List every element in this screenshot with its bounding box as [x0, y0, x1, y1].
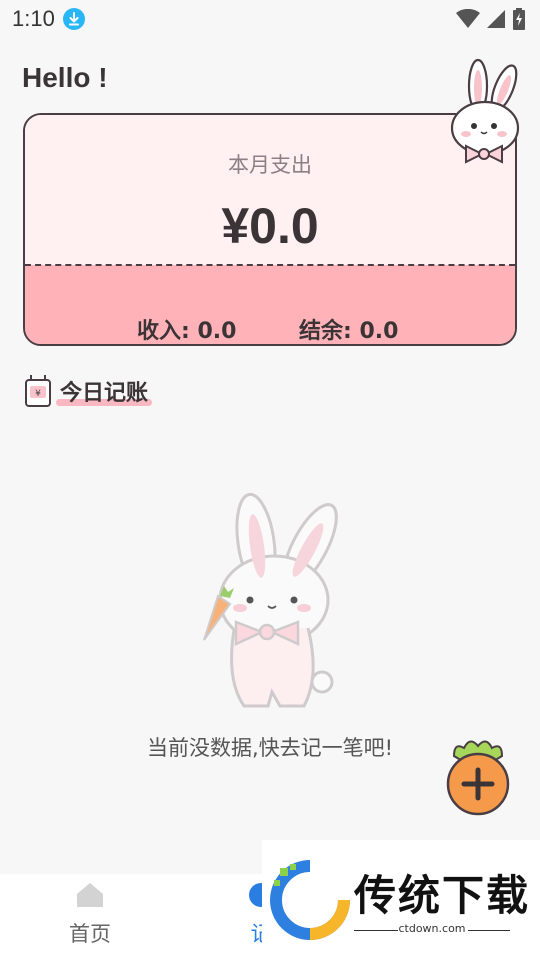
status-time: 1:10: [12, 6, 55, 31]
greeting-title: Hello !: [22, 62, 108, 93]
month-expense-amount: ¥0.0: [221, 198, 319, 254]
watermark-overlay: 传统下载 ctdown.com: [262, 840, 540, 960]
nav-home-label: 首页: [69, 922, 111, 946]
card-bottom-section: [25, 265, 515, 344]
income-text: 收入: 0.0: [137, 319, 237, 344]
add-record-button[interactable]: [442, 736, 514, 816]
watermark-site: ctdown.com: [398, 922, 466, 935]
wallet-icon: ¥: [25, 375, 51, 407]
wifi-icon: [456, 9, 480, 28]
monthly-summary-card[interactable]: 本月支出 ¥0.0 收入: 0.0 结余: 0.0: [23, 113, 517, 346]
signal-icon: [487, 10, 505, 28]
empty-bunny-illustration: [203, 492, 338, 708]
svg-text:¥: ¥: [35, 389, 41, 399]
watermark-logo-icon: [270, 860, 350, 940]
watermark-line-right: [468, 930, 510, 931]
bunny-icon: [450, 58, 520, 164]
battery-icon: [513, 8, 525, 30]
balance-text: 结余: 0.0: [299, 319, 399, 344]
section-title: 今日记账: [55, 375, 153, 407]
status-bar: 1:10: [0, 0, 540, 38]
today-records-header: ¥ 今日记账: [24, 374, 153, 408]
watermark-name: 传统下载: [354, 871, 531, 920]
nav-tab-home[interactable]: 首页: [60, 882, 120, 948]
home-icon: [77, 883, 103, 907]
download-icon: [62, 8, 85, 30]
card-dashed-divider: [25, 264, 515, 266]
month-expense-label: 本月支出: [228, 153, 312, 177]
